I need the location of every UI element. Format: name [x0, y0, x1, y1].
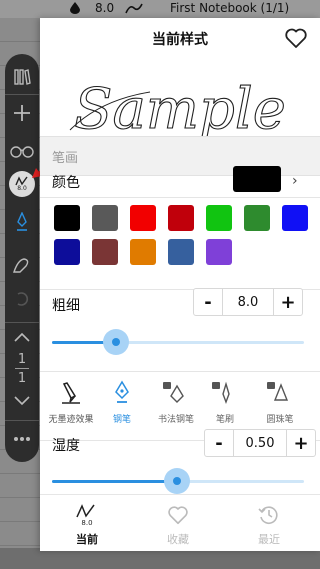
width-value[interactable]: 8.0: [222, 288, 274, 316]
color-swatch[interactable]: [206, 205, 232, 231]
ink-drop-icon[interactable]: [70, 2, 80, 14]
history-icon: [256, 503, 282, 527]
toolbar-divider: [5, 94, 39, 95]
pen-type-name: 书法钢笔: [157, 415, 194, 425]
page-up-icon[interactable]: [5, 326, 39, 348]
tab-label: 当前: [76, 533, 98, 546]
pen-style-panel: 当前样式 Sample 笔画 颜色 › 粗细 - 8.0 + 无墨迹效果 钢笔: [40, 18, 320, 551]
pen-size-icon: 8.0: [74, 503, 100, 527]
ballpoint-pen-icon: [267, 382, 289, 401]
pen-tool-icon[interactable]: [5, 209, 39, 235]
page-total-wrap: 1: [5, 370, 39, 386]
color-swatch[interactable]: [54, 205, 80, 231]
width-slider-knob[interactable]: [103, 329, 129, 355]
heart-icon: [165, 503, 191, 527]
humidity-value[interactable]: 0.50: [233, 429, 287, 457]
color-swatch[interactable]: [54, 239, 80, 265]
eraser-icon[interactable]: [5, 252, 39, 278]
left-toolbar: 1 1: [5, 54, 39, 462]
pen-style-icon[interactable]: [125, 2, 143, 14]
chevron-right-icon[interactable]: ›: [292, 173, 298, 189]
divider: [40, 197, 320, 198]
notebook-bottombar: [0, 548, 320, 569]
page-current-wrap: 1: [5, 351, 39, 367]
tab-favorites[interactable]: 收藏: [148, 495, 208, 551]
pen-type-fountain[interactable]: 钢笔: [100, 372, 144, 442]
current-color-swatch[interactable]: [233, 166, 281, 192]
brush-icon: [212, 381, 230, 404]
sample-text: Sample: [74, 77, 286, 142]
humidity-label: 湿度: [52, 438, 80, 454]
color-swatch[interactable]: [92, 205, 118, 231]
color-swatch[interactable]: [282, 205, 308, 231]
active-pen-size: 8.0: [17, 185, 27, 192]
more-icon[interactable]: [5, 426, 39, 452]
width-minus-button[interactable]: -: [194, 288, 222, 316]
undo-icon[interactable]: [5, 287, 39, 311]
color-swatch[interactable]: [168, 205, 194, 231]
calligraphy-pen-icon: [163, 382, 184, 403]
style-tabs: 8.0 当前 收藏 最近: [40, 494, 320, 551]
tab-label: 最近: [258, 533, 280, 546]
panel-header: 当前样式: [40, 18, 320, 60]
library-icon[interactable]: [5, 64, 39, 90]
page-total: 1: [17, 370, 27, 386]
section-label: 笔画: [52, 151, 79, 166]
panel-title: 当前样式: [152, 32, 208, 48]
humidity-slider-knob[interactable]: [164, 468, 190, 494]
pen-type-name: 笔刷: [215, 415, 234, 425]
humidity-slider-fill: [52, 480, 177, 483]
color-swatch[interactable]: [92, 239, 118, 265]
svg-text:8.0: 8.0: [81, 519, 92, 527]
pen-type-name: 无墨迹效果: [48, 415, 94, 425]
width-label: 粗细: [52, 298, 80, 314]
color-swatch[interactable]: [244, 205, 270, 231]
pen-type-calligraphy[interactable]: 书法钢笔: [146, 372, 206, 442]
tab-label: 收藏: [167, 533, 189, 546]
add-icon[interactable]: [5, 100, 39, 126]
color-swatch[interactable]: [130, 205, 156, 231]
pen-type-name: 圆珠笔: [266, 415, 294, 425]
toolbar-divider: [5, 322, 39, 323]
favorite-heart-icon[interactable]: [284, 26, 308, 50]
pen-type-name: 钢笔: [112, 415, 131, 425]
tab-recent[interactable]: 最近: [239, 495, 299, 551]
color-label: 颜色: [52, 175, 80, 191]
width-stepper: - 8.0 +: [193, 288, 303, 316]
toolbar-divider: [5, 420, 39, 421]
pen-type-no-ink[interactable]: 无墨迹效果: [42, 372, 100, 442]
humidity-plus-button[interactable]: +: [287, 429, 315, 457]
color-swatch[interactable]: [206, 239, 232, 265]
color-swatch[interactable]: [168, 239, 194, 265]
notebook-title: First Notebook (1/1): [170, 1, 290, 15]
tab-current[interactable]: 8.0 当前: [57, 495, 117, 551]
pen-nib-slanted-icon: [62, 382, 80, 404]
humidity-stepper: - 0.50 +: [204, 429, 316, 457]
page-fraction-line: [15, 368, 29, 369]
color-swatch[interactable]: [130, 239, 156, 265]
pen-size-readout: 8.0: [95, 1, 115, 15]
humidity-minus-button[interactable]: -: [205, 429, 233, 457]
fountain-pen-icon: [115, 380, 129, 403]
page-current: 1: [17, 351, 27, 367]
width-plus-button[interactable]: +: [274, 288, 302, 316]
page-down-icon[interactable]: [5, 390, 39, 412]
